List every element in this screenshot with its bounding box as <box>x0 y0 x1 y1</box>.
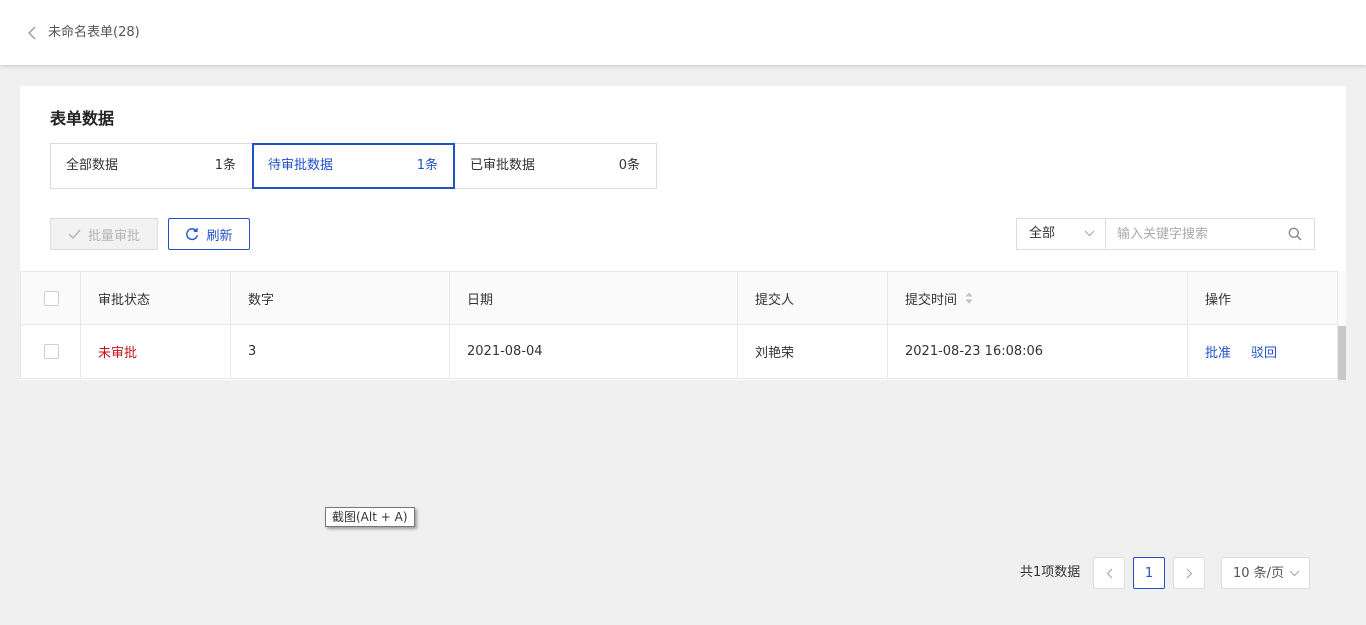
chevron-right-icon <box>1186 568 1192 578</box>
header-checkbox-cell <box>20 272 81 324</box>
batch-approve-button[interactable]: 批量审批 <box>50 218 158 250</box>
table-scrollbar[interactable] <box>1338 326 1346 380</box>
screenshot-tooltip: 截图(Alt + A) <box>325 507 415 527</box>
approve-link[interactable]: 批准 <box>1205 342 1231 361</box>
column-header: 审批状态 <box>81 272 231 324</box>
top-bar: 未命名表单(28) <box>0 0 1366 65</box>
sort-icon[interactable] <box>965 292 973 304</box>
tab-pending-data[interactable]: 待审批数据 1条 <box>252 143 455 189</box>
column-header: 日期 <box>450 272 738 324</box>
scope-select[interactable]: 全部 <box>1017 219 1106 249</box>
tab-approved-data[interactable]: 已审批数据 0条 <box>454 143 657 189</box>
number-cell: 3 <box>231 325 450 378</box>
select-all-checkbox[interactable] <box>44 290 59 306</box>
tab-all-data[interactable]: 全部数据 1条 <box>50 143 253 189</box>
tab-count: 1条 <box>214 158 236 173</box>
section-title: 表单数据 <box>50 109 115 128</box>
status-cell: 未审批 <box>81 325 231 378</box>
page-size-select[interactable]: 10 条/页 <box>1221 557 1310 589</box>
column-header: 数字 <box>231 272 450 324</box>
table-header: 审批状态 数字 日期 提交人 提交时间 操作 <box>20 271 1346 325</box>
check-icon <box>68 229 81 239</box>
actions-cell: 批准 驳回 <box>1188 325 1338 378</box>
table-row: 未审批 3 2021-08-04 刘艳荣 2021-08-23 16:08:06… <box>20 325 1346 379</box>
form-data-panel: 表单数据 全部数据 1条 待审批数据 1条 已审批数据 0条 批量审批 刷新 全… <box>20 86 1346 380</box>
refresh-label: 刷新 <box>206 228 233 244</box>
tab-label: 全部数据 <box>66 158 119 173</box>
refresh-icon <box>186 228 199 241</box>
chevron-down-icon <box>1289 570 1300 577</box>
chevron-left-icon[interactable] <box>27 26 39 40</box>
tab-label: 待审批数据 <box>268 158 334 173</box>
date-cell: 2021-08-04 <box>450 325 738 378</box>
row-checkbox-cell <box>20 325 81 378</box>
column-header: 操作 <box>1188 272 1338 324</box>
search-group: 全部 <box>1016 218 1315 250</box>
column-header-label: 提交时间 <box>905 292 958 308</box>
next-page-button[interactable] <box>1173 557 1205 589</box>
page-title[interactable]: 未命名表单(28) <box>48 24 140 42</box>
search-input[interactable] <box>1106 219 1314 249</box>
tab-label: 已审批数据 <box>470 158 536 173</box>
scrollbar-track-top <box>1338 271 1346 326</box>
stat-tabs: 全部数据 1条 待审批数据 1条 已审批数据 0条 <box>50 143 657 189</box>
batch-approve-label: 批量审批 <box>87 228 140 244</box>
chevron-left-icon <box>1106 568 1112 578</box>
row-checkbox[interactable] <box>44 344 59 359</box>
column-header-submit-time[interactable]: 提交时间 <box>888 272 1188 324</box>
search-icon[interactable] <box>1288 227 1302 241</box>
page-size-value: 10 条/页 <box>1233 566 1285 581</box>
tab-count: 0条 <box>618 158 640 173</box>
scope-select-value: 全部 <box>1029 226 1056 241</box>
pagination-total: 共1项数据 <box>1020 565 1081 580</box>
refresh-button[interactable]: 刷新 <box>168 218 250 250</box>
submit-time-cell: 2021-08-23 16:08:06 <box>888 325 1188 378</box>
submitter-cell: 刘艳荣 <box>738 325 888 378</box>
reject-link[interactable]: 驳回 <box>1251 342 1277 361</box>
data-table: 审批状态 数字 日期 提交人 提交时间 操作 未审批 3 2021-08-04 … <box>20 271 1346 379</box>
page-1-button[interactable]: 1 <box>1133 557 1165 589</box>
column-header: 提交人 <box>738 272 888 324</box>
tab-count: 1条 <box>416 158 438 173</box>
chevron-down-icon <box>1084 230 1095 237</box>
prev-page-button[interactable] <box>1093 557 1125 589</box>
